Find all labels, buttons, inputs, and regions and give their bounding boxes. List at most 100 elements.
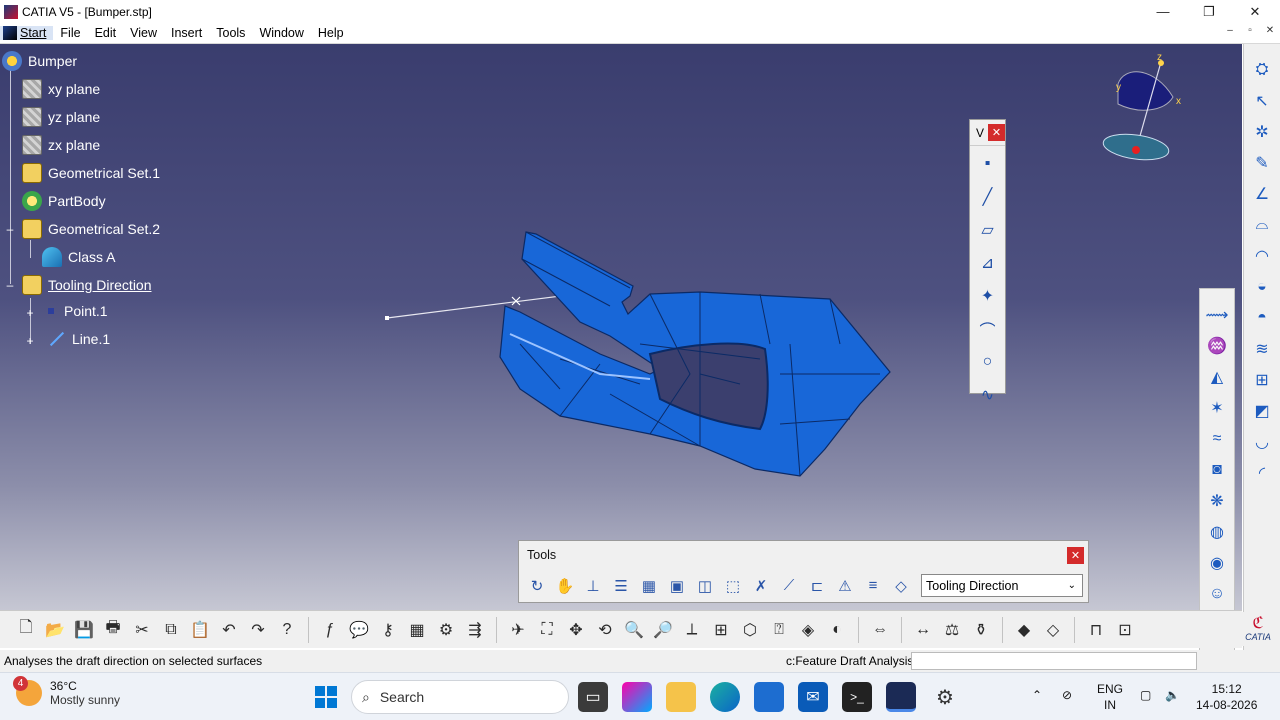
healing-icon[interactable]: ◇ xyxy=(1041,617,1065,643)
floating-toolbar-close-button[interactable]: ✕ xyxy=(988,124,1005,141)
zoom-in-icon[interactable]: 🔍 xyxy=(622,617,646,643)
hide-show-icon[interactable]: ◈ xyxy=(796,617,820,643)
swap-space-icon[interactable]: ◐ xyxy=(825,617,849,643)
mapping-icon[interactable]: ◙ xyxy=(1202,456,1232,484)
offset-icon[interactable]: ◡ xyxy=(1247,428,1277,456)
iso-view-icon[interactable]: ⬡ xyxy=(738,617,762,643)
fillet-icon[interactable]: ◜ xyxy=(1247,459,1277,487)
cube-icon[interactable]: ◫ xyxy=(693,574,717,598)
sketcher-icon[interactable]: ✲ xyxy=(1247,118,1277,146)
terminal-icon[interactable]: >_ xyxy=(842,682,872,712)
join-icon[interactable]: ◆ xyxy=(1012,617,1036,643)
reflection-lines-icon[interactable]: ◍ xyxy=(1202,518,1232,546)
line-tool-icon[interactable]: ╱ xyxy=(973,182,1003,212)
highlight-icon[interactable]: ◉ xyxy=(1202,549,1232,577)
multi-view-icon[interactable]: ⊞ xyxy=(709,617,733,643)
copilot-icon[interactable] xyxy=(622,682,652,712)
volume-icon[interactable]: 🔈 xyxy=(1165,687,1180,703)
windows-start-icon[interactable] xyxy=(311,682,341,712)
doc-minimize-button[interactable]: – xyxy=(1221,25,1239,36)
close-button[interactable]: ✕ xyxy=(1232,0,1278,23)
axis-system-icon[interactable]: ⊥ xyxy=(581,574,605,598)
network-icon[interactable]: ⊘ xyxy=(1062,687,1072,703)
maximize-button[interactable]: ❐ xyxy=(1186,0,1232,23)
measure-item-icon[interactable]: ↔ xyxy=(911,617,935,643)
file-explorer-icon[interactable] xyxy=(666,682,696,712)
datum-icon[interactable]: ✗ xyxy=(749,574,773,598)
snap-icon[interactable]: ⬚ xyxy=(721,574,745,598)
offset-tool-icon[interactable]: ⌒ xyxy=(973,314,1003,344)
boundary-icon[interactable]: ⊓ xyxy=(1084,617,1108,643)
knowledge-icon[interactable]: ⚷ xyxy=(376,617,400,643)
table-icon[interactable]: ▦ xyxy=(405,617,429,643)
hierarchy-icon[interactable]: ☰ xyxy=(609,574,633,598)
cut-icon[interactable]: ✂ xyxy=(130,617,154,643)
print-icon[interactable]: 🖶 xyxy=(101,617,125,643)
geometrical-set-select[interactable]: Tooling Direction ⌄ xyxy=(921,574,1083,597)
environment-mapping-icon[interactable]: ❋ xyxy=(1202,487,1232,515)
projection-tool-icon[interactable]: ⊿ xyxy=(973,248,1003,278)
list-icon[interactable]: ≡ xyxy=(861,574,885,598)
surface-curvature-icon[interactable]: ✶ xyxy=(1202,394,1232,422)
compass[interactable]: z y x xyxy=(1098,52,1188,182)
porcupine-icon[interactable]: ≈ xyxy=(1202,425,1232,453)
measure-inertia-icon[interactable]: ⚖ xyxy=(940,617,964,643)
sketch-icon[interactable]: ✎ xyxy=(1247,149,1277,177)
blend-icon[interactable]: ≋ xyxy=(1247,335,1277,363)
redo-icon[interactable]: ↷ xyxy=(246,617,270,643)
circle-tool-icon[interactable]: ○ xyxy=(973,347,1003,377)
menu-tools[interactable]: Tools xyxy=(209,26,252,40)
tools-toolbar-close-button[interactable]: ✕ xyxy=(1067,546,1084,564)
law-icon[interactable]: ⇶ xyxy=(463,617,487,643)
task-view-icon[interactable]: ▭ xyxy=(578,682,608,712)
work-on-support-icon[interactable]: ▣ xyxy=(665,574,689,598)
revolve-icon[interactable]: ◠ xyxy=(1247,242,1277,270)
menu-file[interactable]: File xyxy=(53,26,87,40)
tree-icon[interactable]: ⊏ xyxy=(805,574,829,598)
copy-icon[interactable]: ⧉ xyxy=(159,617,183,643)
zoom-out-icon[interactable]: 🔎 xyxy=(651,617,675,643)
formula-icon[interactable]: ƒ xyxy=(318,617,342,643)
geometrical-set-icon[interactable]: ◇ xyxy=(889,574,913,598)
draft-analysis-icon[interactable]: ◭ xyxy=(1202,363,1232,391)
catalog-icon[interactable]: ⚙ xyxy=(434,617,458,643)
normal-view-icon[interactable]: ⟂ xyxy=(680,617,704,643)
fit-all-icon[interactable]: ⛶ xyxy=(535,617,559,643)
menu-edit[interactable]: Edit xyxy=(88,26,124,40)
catia-taskbar-icon[interactable] xyxy=(886,682,916,712)
rotate-icon[interactable]: ⟲ xyxy=(593,617,617,643)
grid-icon[interactable]: ▦ xyxy=(637,574,661,598)
view-mode-icon[interactable]: ⍰ xyxy=(767,617,791,643)
curve-icon[interactable]: ∠ xyxy=(1247,180,1277,208)
pan-icon[interactable]: ✥ xyxy=(564,617,588,643)
language-indicator[interactable]: ENG IN xyxy=(1097,681,1123,713)
measure-icon[interactable]: ⚠ xyxy=(833,574,857,598)
weather-widget[interactable]: 4 36°C Mostly sunny xyxy=(13,676,120,707)
comment-icon[interactable]: 💬 xyxy=(347,617,371,643)
intersection-tool-icon[interactable]: ✦ xyxy=(973,281,1003,311)
fly-mode-icon[interactable]: ✈ xyxy=(506,617,530,643)
display-icon[interactable]: ▢ xyxy=(1140,687,1151,703)
show-hidden-icons-chevron-icon[interactable]: ⌃ xyxy=(1032,687,1042,703)
pattern-icon[interactable]: ⊞ xyxy=(1247,366,1277,394)
inflection-icon[interactable]: ☺ xyxy=(1202,580,1232,608)
sweep-icon[interactable]: ◒ xyxy=(1247,273,1277,301)
settings-gear-icon[interactable]: ⚙ xyxy=(930,682,960,712)
select-arrow-icon[interactable]: ↖ xyxy=(1247,87,1277,115)
measure-between-icon[interactable]: ⇔ xyxy=(868,617,892,643)
whats-this-icon[interactable]: ? xyxy=(275,617,299,643)
doc-restore-button[interactable]: ▫ xyxy=(1241,25,1259,36)
fill-icon[interactable]: ◓ xyxy=(1247,304,1277,332)
update-icon[interactable]: ↻ xyxy=(525,574,549,598)
save-icon[interactable]: 💾 xyxy=(72,617,96,643)
menu-insert[interactable]: Insert xyxy=(164,26,209,40)
point-tool-icon[interactable]: ▪ xyxy=(973,149,1003,179)
paste-icon[interactable]: 📋 xyxy=(188,617,212,643)
curve-analysis-icon[interactable]: ♒ xyxy=(1202,332,1232,360)
apply-material-icon[interactable]: ⚱ xyxy=(969,617,993,643)
hand-icon[interactable]: ✋ xyxy=(553,574,577,598)
split-icon[interactable]: ◩ xyxy=(1247,397,1277,425)
menu-help[interactable]: Help xyxy=(311,26,351,40)
3d-viewport[interactable]: Bumper xy plane yz plane zx plane Geomet… xyxy=(0,44,1242,610)
extract-icon[interactable]: ⊡ xyxy=(1113,617,1137,643)
